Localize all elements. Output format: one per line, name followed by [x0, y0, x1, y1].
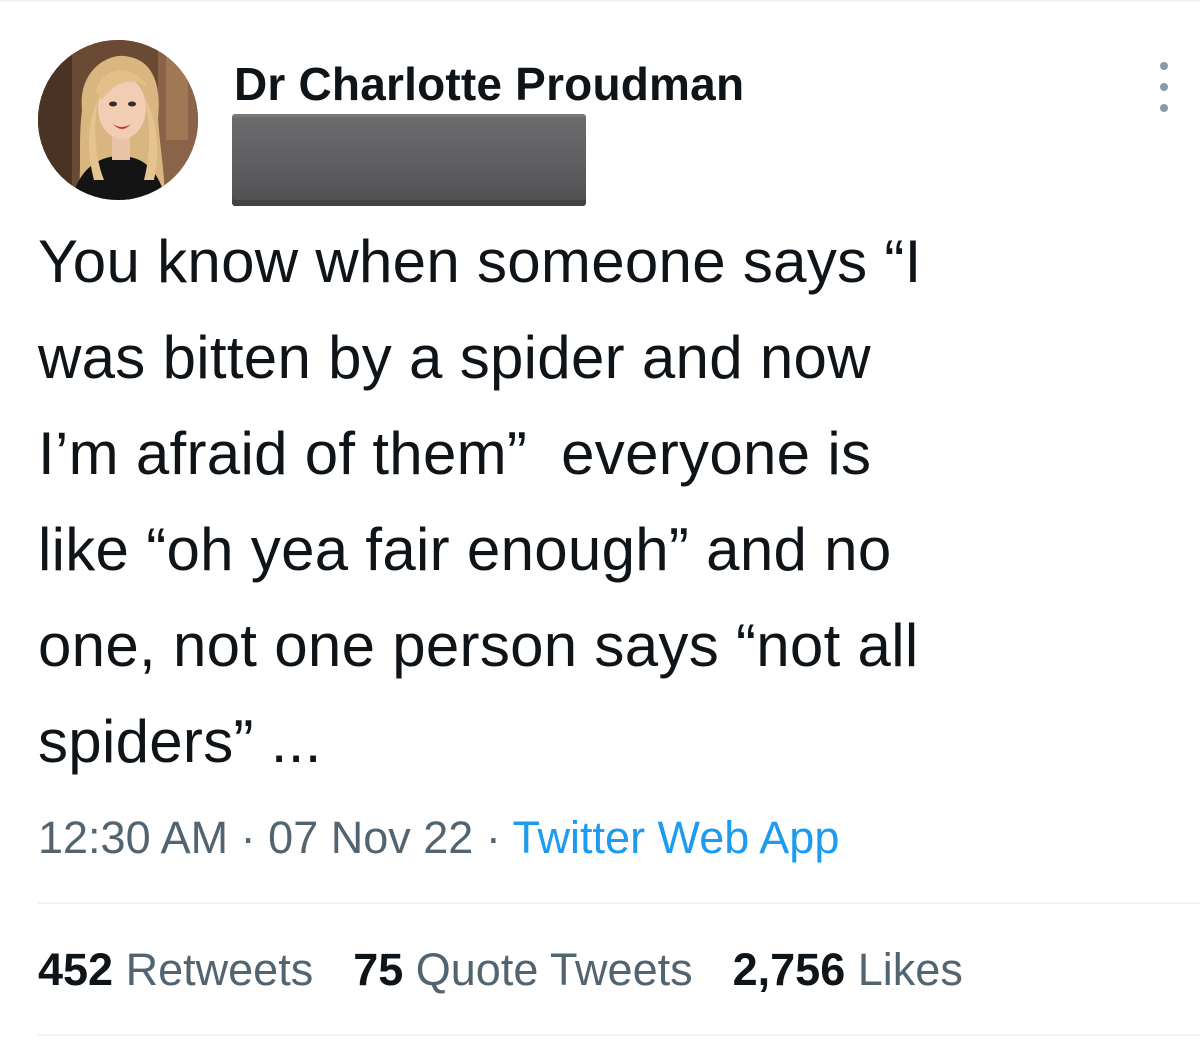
quote-tweets-label: Quote Tweets — [415, 944, 693, 995]
more-options-button[interactable] — [1148, 62, 1180, 112]
retweets-count: 452 — [38, 944, 114, 995]
tweet-text-line: like “oh yea fair enough” and no — [38, 516, 892, 583]
tweet-stats: 452 Retweets 75 Quote Tweets 2,756 Likes — [38, 940, 963, 1000]
tweet-text-line: was bitten by a spider and now — [38, 324, 871, 391]
tweet-text-line: I’m afraid of them” everyone is — [38, 420, 872, 487]
tweet-text-line: one, not one person says “not all — [38, 612, 919, 679]
more-vertical-icon — [1160, 62, 1168, 70]
meta-separator: · — [240, 812, 256, 863]
tweet-text-line: You know when someone says “I — [38, 228, 922, 295]
tweet-meta: 12:30 AM · 07 Nov 22 · Twitter Web App — [38, 808, 839, 868]
author-display-name[interactable]: Dr Charlotte Proudman — [234, 56, 744, 112]
tweet-card: Dr Charlotte Proudman You know when some… — [0, 0, 1200, 1040]
stats-divider-bottom — [38, 1034, 1200, 1036]
stats-divider-top — [38, 902, 1200, 904]
quote-tweets-stat[interactable]: 75 Quote Tweets — [353, 940, 692, 1000]
redacted-handle — [232, 114, 586, 206]
tweet-text-line: spiders” ... — [38, 708, 322, 775]
likes-stat[interactable]: 2,756 Likes — [733, 940, 963, 1000]
retweets-stat[interactable]: 452 Retweets — [38, 940, 313, 1000]
tweet-text: You know when someone says “I was bitten… — [38, 214, 1168, 790]
meta-separator: · — [485, 812, 501, 863]
tweet-time[interactable]: 12:30 AM — [38, 812, 228, 863]
likes-count: 2,756 — [732, 944, 846, 995]
tweet-source-link[interactable]: Twitter Web App — [513, 812, 840, 863]
quote-tweets-count: 75 — [353, 944, 404, 995]
tweet-date[interactable]: 07 Nov 22 — [268, 812, 473, 863]
profile-photo-icon — [38, 40, 198, 200]
retweets-label: Retweets — [125, 944, 314, 995]
likes-label: Likes — [857, 944, 963, 995]
avatar[interactable] — [38, 40, 198, 200]
